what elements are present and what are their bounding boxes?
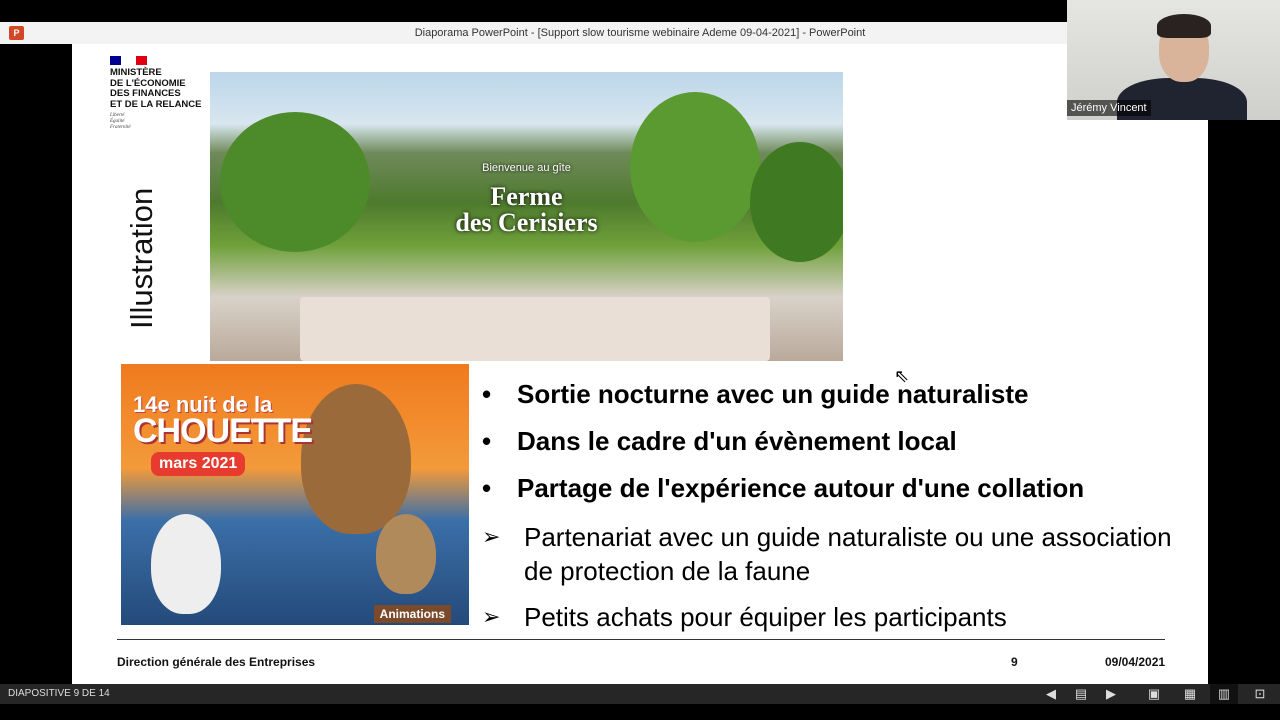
poster-line: mars 2021 bbox=[151, 452, 246, 476]
powerpoint-icon: P bbox=[9, 26, 24, 40]
reading-view-icon[interactable]: ▥ bbox=[1210, 684, 1238, 704]
photo-title-line: Ferme bbox=[490, 182, 563, 211]
arrow-item: Partenariat avec un guide naturaliste ou… bbox=[482, 520, 1182, 588]
slide-sorter-icon[interactable]: ▦ bbox=[1176, 684, 1204, 704]
poster-line: Animations bbox=[373, 605, 451, 623]
mouse-cursor-icon: ⇖ bbox=[894, 366, 910, 386]
logo-line: DES FINANCES bbox=[110, 88, 181, 99]
next-slide-icon[interactable]: ▶ bbox=[1097, 684, 1125, 704]
logo-line: MINISTÈRE bbox=[110, 67, 162, 78]
logo-line: ET DE LA RELANCE bbox=[110, 98, 202, 110]
slide-counter: DIAPOSITIVE 9 DE 14 bbox=[8, 688, 110, 699]
arrow-item: Petits achats pour équiper les participa… bbox=[482, 600, 1182, 634]
photo-subtitle: Bienvenue au gîte bbox=[482, 162, 571, 174]
footer-date: 09/04/2021 bbox=[1105, 655, 1166, 669]
bullet-item: Sortie nocturne avec un guide naturalist… bbox=[482, 379, 1182, 409]
slide-vertical-title: Illustration bbox=[124, 187, 159, 329]
footer-page-number: 9 bbox=[1011, 655, 1018, 669]
normal-view-icon[interactable]: ▣ bbox=[1140, 684, 1168, 704]
photo-title-line: des Cerisiers bbox=[455, 208, 598, 237]
motto-line: Fraternité bbox=[110, 125, 131, 130]
notes-icon[interactable]: ▤ bbox=[1067, 684, 1095, 704]
footer-divider bbox=[117, 639, 1165, 640]
slide: MINISTÈRE DE L'ÉCONOMIE DES FINANCES ET … bbox=[72, 44, 1208, 684]
ministry-logo: MINISTÈRE DE L'ÉCONOMIE DES FINANCES ET … bbox=[110, 56, 210, 131]
bullet-item: Partage de l'expérience autour d'une col… bbox=[482, 473, 1182, 503]
participant-name: Jérémy Vincent bbox=[1067, 100, 1151, 116]
footer-org: Direction générale des Entreprises bbox=[117, 655, 316, 669]
status-bar: DIAPOSITIVE 9 DE 14 ◀ ▤ ▶ ▣ ▦ ▥ ⊡ bbox=[0, 684, 1280, 704]
gite-photo: Bienvenue au gîte Ferme des Cerisiers bbox=[210, 72, 843, 361]
marianne-flag-icon bbox=[110, 56, 210, 65]
webcam-video: Jérémy Vincent bbox=[1067, 0, 1280, 120]
bullet-item: Dans le cadre d'un évènement local bbox=[482, 426, 1182, 456]
chouette-poster: 14e nuit de la CHOUETTE mars 2021 Animat… bbox=[121, 364, 469, 625]
slideshow-icon[interactable]: ⊡ bbox=[1246, 684, 1274, 704]
poster-line: CHOUETTE bbox=[133, 412, 313, 450]
photo-title: Ferme des Cerisiers bbox=[210, 184, 843, 236]
bullet-list: Sortie nocturne avec un guide naturalist… bbox=[482, 379, 1182, 646]
window-title: Diaporama PowerPoint - [Support slow tou… bbox=[414, 27, 866, 39]
previous-slide-icon[interactable]: ◀ bbox=[1037, 684, 1065, 704]
